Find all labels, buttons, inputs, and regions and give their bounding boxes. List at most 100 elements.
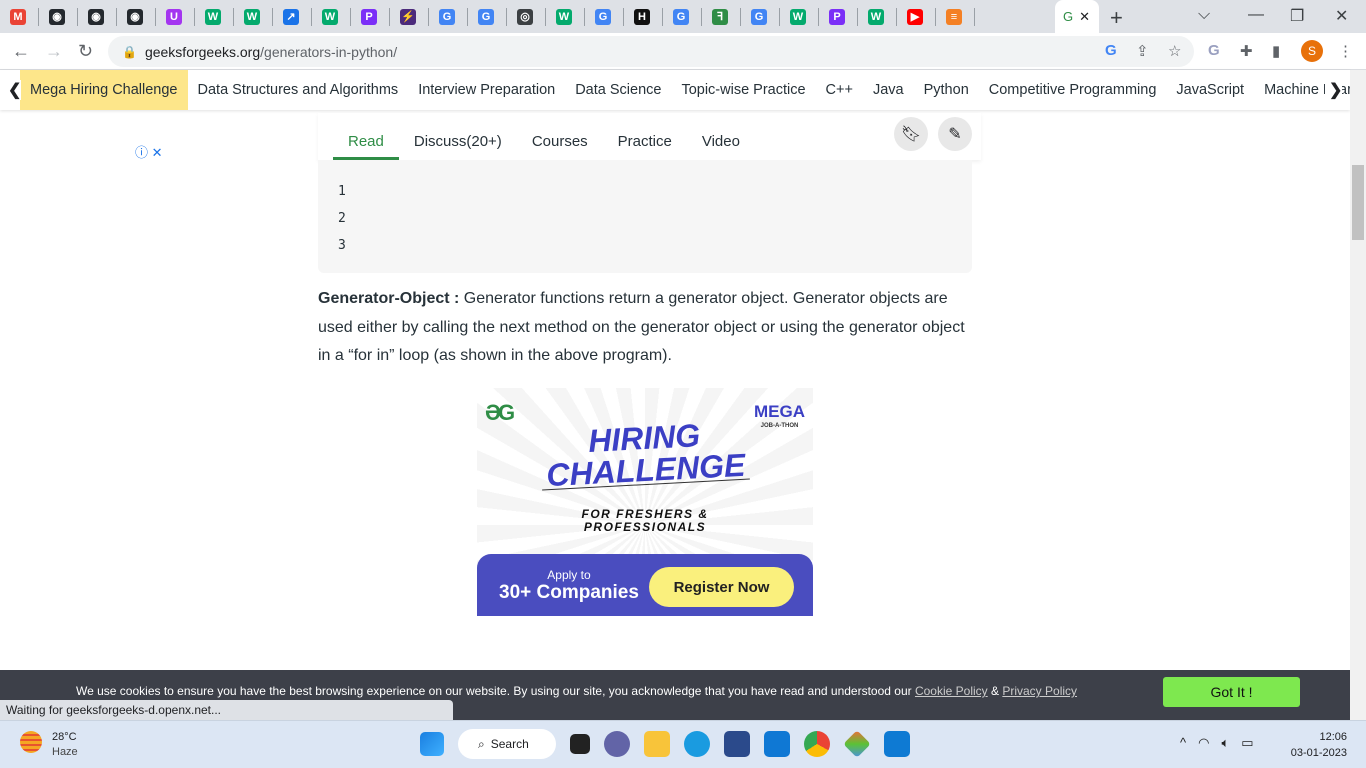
browser-tab[interactable]: ⚡	[390, 7, 429, 26]
nav-item[interactable]: Java	[863, 70, 914, 110]
active-tab[interactable]: G ✕	[1055, 0, 1099, 33]
browser-tab[interactable]: G	[663, 7, 702, 26]
p-icon: P	[829, 8, 845, 25]
cookie-policy-link[interactable]: Cookie Policy	[915, 684, 988, 698]
taskbar-search[interactable]: ⌕ Search	[458, 729, 556, 759]
browser-tab[interactable]: G	[741, 7, 780, 26]
start-icon[interactable]	[420, 732, 444, 756]
browser-tab[interactable]: W	[312, 7, 351, 26]
nav-item[interactable]: Interview Preparation	[408, 70, 565, 110]
browser-tab[interactable]: W	[858, 7, 897, 26]
cookie-message: We use cookies to ensure you have the be…	[76, 684, 1078, 698]
lock-icon: 🔒	[122, 44, 137, 59]
got-it-button[interactable]: Got It !	[1163, 677, 1300, 707]
tab-discuss[interactable]: Discuss(20+)	[399, 133, 517, 160]
mail-icon[interactable]	[764, 731, 790, 757]
edit-button[interactable]: ✎	[938, 117, 972, 151]
nav-item[interactable]: Competitive Programming	[979, 70, 1167, 110]
browser-tab[interactable]: G	[429, 7, 468, 26]
address-bar[interactable]: 🔒 geeksforgeeks.org/generators-in-python…	[108, 36, 1194, 67]
register-now-button[interactable]: Register Now	[649, 567, 794, 607]
tab-read[interactable]: Read	[333, 133, 399, 160]
back-button[interactable]: ←	[12, 41, 30, 62]
bookmark-icon: 🔖︎	[900, 126, 922, 143]
edge-icon[interactable]	[684, 731, 710, 757]
bookmark-star-icon[interactable]: ☆	[1168, 42, 1181, 60]
search-icon: ⌕	[478, 736, 485, 751]
geeksforgeeks-icon: G	[1063, 9, 1074, 24]
clock[interactable]: 12:06 03-01-2023	[1287, 729, 1347, 761]
nav-left-arrow[interactable]: ❮	[8, 80, 22, 100]
ad-subtitle: FOR FRESHERS & PROFESSIONALS	[581, 507, 709, 534]
privacy-policy-link[interactable]: Privacy Policy	[1002, 684, 1077, 698]
chrome-icon[interactable]	[804, 731, 830, 757]
google-lens-icon[interactable]: G	[1105, 42, 1117, 59]
tab-courses[interactable]: Courses	[517, 133, 603, 160]
browser-tab[interactable]: P	[351, 7, 390, 26]
profile-avatar[interactable]: S	[1301, 40, 1323, 62]
browser-tab[interactable]: G	[585, 7, 624, 26]
file-explorer-icon[interactable]	[644, 731, 670, 757]
task-view-icon[interactable]	[570, 734, 590, 754]
side-panel-icon[interactable]: ▮	[1272, 42, 1280, 60]
close-tab-icon[interactable]: ✕	[1079, 9, 1090, 25]
term: Generator-Object :	[318, 290, 460, 307]
share-icon[interactable]: ⇪	[1136, 42, 1149, 60]
minimize-button[interactable]: —	[1248, 6, 1264, 24]
google-icon: G	[439, 8, 455, 25]
github-icon: ◉	[49, 8, 65, 25]
browser-tab[interactable]: ≡	[936, 7, 975, 26]
browser-tab[interactable]: ◉	[39, 7, 78, 26]
browser-tab[interactable]: W	[195, 7, 234, 26]
bookmark-button[interactable]: 🔖︎	[894, 117, 928, 151]
system-tray[interactable]: ^ ◠ 🔈︎ ▭	[1180, 735, 1254, 751]
extensions-icon[interactable]: ✚	[1240, 42, 1253, 60]
browser-tab[interactable]: ◎	[507, 7, 546, 26]
browser-tab[interactable]: U	[156, 7, 195, 26]
gfg-nav: Mega Hiring Challenge Data Structures and…	[0, 70, 1350, 110]
tab-video[interactable]: Video	[687, 133, 755, 160]
nav-item[interactable]: Data Structures and Algorithms	[188, 70, 409, 110]
menu-icon[interactable]: ⋮	[1338, 42, 1353, 60]
nav-item[interactable]: C++	[816, 70, 863, 110]
browser-tab[interactable]: ꟻ	[702, 7, 741, 26]
taskbar: 28°C Haze ⌕ Search ^ ◠ 🔈︎ ▭ 12:06 03-01-2023	[0, 720, 1366, 768]
vscode-icon[interactable]	[884, 731, 910, 757]
tab-search-icon[interactable]: ⌵	[1198, 6, 1210, 24]
browser-tab[interactable]: P	[819, 7, 858, 26]
nav-item[interactable]: Python	[914, 70, 979, 110]
teams-chat-icon[interactable]	[604, 731, 630, 757]
tab-practice[interactable]: Practice	[603, 133, 687, 160]
p-icon: P	[361, 8, 377, 25]
browser-tab[interactable]: W	[780, 7, 819, 26]
youtube-icon: ▶	[907, 8, 923, 25]
browser-tab[interactable]: ▶	[897, 7, 936, 26]
browser-tab[interactable]: M	[0, 7, 39, 26]
browser-tab[interactable]: ↗	[273, 7, 312, 26]
weather-widget[interactable]: 28°C Haze	[20, 731, 78, 758]
reload-button[interactable]: ↻	[78, 41, 93, 62]
restore-button[interactable]: ❐	[1290, 6, 1304, 26]
browser-tab[interactable]: ◉	[78, 7, 117, 26]
new-tab-button[interactable]: +	[1110, 5, 1123, 31]
nav-item[interactable]: JavaScript	[1166, 70, 1254, 110]
browser-tab[interactable]: W	[234, 7, 273, 26]
forward-button[interactable]: →	[45, 41, 63, 62]
ad-band: Apply to 30+ Companies Register Now	[477, 554, 813, 616]
app-icon[interactable]	[843, 730, 871, 758]
ad-choices-icon[interactable]: ⓘ ✕	[135, 142, 163, 161]
grammarly-icon[interactable]: G	[1208, 42, 1220, 59]
nav-item[interactable]: Data Science	[565, 70, 671, 110]
browser-tab[interactable]: ◉	[117, 7, 156, 26]
nav-item[interactable]: Topic-wise Practice	[671, 70, 815, 110]
gmail-icon: M	[10, 8, 26, 25]
nav-item[interactable]: Mega Hiring Challenge	[20, 70, 188, 110]
hiring-challenge-ad[interactable]: ƏG MEGA JOB-A-THON HIRING CHALLENGE FOR FR…	[477, 388, 813, 616]
scrollbar-thumb[interactable]	[1352, 165, 1364, 240]
close-window-button[interactable]: ✕	[1335, 6, 1348, 26]
nav-right-arrow[interactable]: ❯	[1325, 80, 1343, 100]
browser-tab[interactable]: W	[546, 7, 585, 26]
browser-tab[interactable]: G	[468, 7, 507, 26]
store-icon[interactable]	[724, 731, 750, 757]
browser-tab[interactable]: H	[624, 7, 663, 26]
